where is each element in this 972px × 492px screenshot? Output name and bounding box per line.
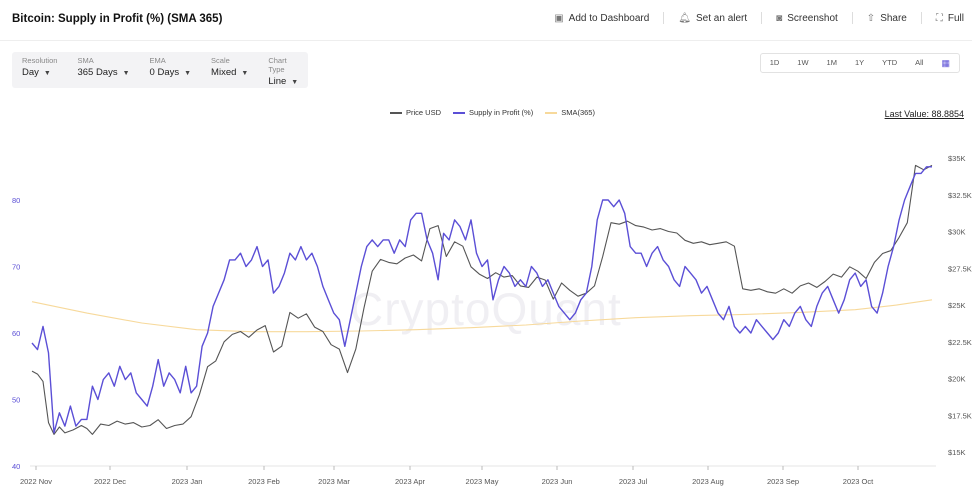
sma-365-line (31, 299, 933, 333)
y-left-tick-label: 40 (12, 462, 20, 471)
y-left-tick-label: 70 (12, 263, 20, 272)
y-right-tick-label: $35K (948, 154, 966, 163)
y-right-tick-label: $32.5K (948, 191, 972, 200)
x-tick-label: 2023 Oct (843, 477, 874, 486)
chart-series (31, 164, 933, 435)
y-right-tick-label: $22.5K (948, 338, 972, 347)
y-left-tick-label: 50 (12, 396, 20, 405)
y-right-tick-label: $27.5K (948, 264, 972, 273)
x-tick-label: 2023 Mar (318, 477, 350, 486)
x-tick-label: 2022 Nov (20, 477, 52, 486)
x-tick-label: 2023 Sep (767, 477, 799, 486)
x-tick-label: 2023 May (466, 477, 499, 486)
y-left-tick-label: 60 (12, 329, 20, 338)
y-right-tick-label: $20K (948, 375, 966, 384)
x-tick-label: 2023 Jun (542, 477, 573, 486)
supply-in-profit-line (31, 166, 932, 434)
chart-ticks: 80 70 60 50 40 $35K $32.5K $30K $27.5K $25K $22.5K… (12, 154, 972, 486)
x-tick-label: 2023 Jul (619, 477, 648, 486)
x-tick-label: 2022 Dec (94, 477, 126, 486)
chart-canvas: 80 70 60 50 40 $35K $32.5K $30K $27.5K $25K $22.5K… (12, 154, 972, 486)
x-tick-label: 2023 Aug (692, 477, 724, 486)
y-right-tick-label: $30K (948, 228, 966, 237)
x-tick-label: 2023 Jan (172, 477, 203, 486)
y-right-tick-label: $17.5K (948, 411, 972, 420)
y-left-tick-label: 80 (12, 196, 20, 205)
y-right-tick-label: $25K (948, 301, 966, 310)
x-tick-label: 2023 Feb (248, 477, 280, 486)
price-usd-line (31, 164, 933, 435)
y-right-tick-label: $15K (948, 448, 966, 457)
x-tick-label: 2023 Apr (395, 477, 426, 486)
